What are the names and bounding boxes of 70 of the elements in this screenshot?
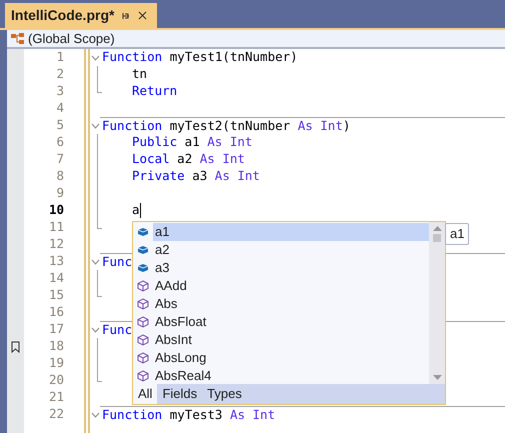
scroll-up-icon[interactable] bbox=[432, 226, 442, 231]
scope-icon bbox=[11, 32, 25, 44]
line-number: 14 bbox=[48, 269, 64, 288]
filter-tab[interactable]: Fields bbox=[157, 384, 202, 404]
line-number: 20 bbox=[48, 371, 64, 390]
cube-icon bbox=[137, 370, 149, 382]
line-number: 2 bbox=[56, 65, 64, 84]
line-number: 7 bbox=[56, 150, 64, 168]
line-number: 10 bbox=[48, 201, 64, 220]
line-number: 4 bbox=[56, 99, 64, 118]
line-number: 15 bbox=[48, 286, 64, 304]
line-number: 19 bbox=[48, 354, 64, 372]
completion-item[interactable]: a3 bbox=[153, 259, 429, 277]
collapse-icon[interactable] bbox=[91, 327, 100, 333]
completion-item[interactable]: a2 bbox=[153, 241, 429, 259]
code-line: a bbox=[131, 201, 140, 220]
completion-item[interactable]: AbsInt bbox=[153, 331, 429, 349]
collapse-icon[interactable] bbox=[91, 55, 100, 61]
text-cursor bbox=[140, 203, 141, 218]
line-number: 9 bbox=[56, 184, 64, 202]
line-number: 8 bbox=[56, 167, 64, 186]
code-line: Func bbox=[102, 320, 132, 339]
line-number: 18 bbox=[48, 337, 64, 356]
line-number: 1 bbox=[56, 48, 64, 66]
completion-item[interactable]: a1 bbox=[153, 223, 429, 241]
filter-tab[interactable]: All bbox=[133, 384, 158, 404]
code-line: Func bbox=[102, 252, 132, 271]
cube-icon bbox=[137, 334, 149, 346]
tooltip: a1 bbox=[445, 223, 470, 245]
line-number: 11 bbox=[48, 218, 64, 236]
line-number: 22 bbox=[48, 405, 64, 424]
completion-item[interactable]: AbsFloat bbox=[153, 313, 429, 331]
line-number: 12 bbox=[48, 235, 64, 254]
scroll-down-icon[interactable] bbox=[432, 375, 442, 380]
scrollbar[interactable] bbox=[429, 222, 445, 384]
code-line: tn bbox=[131, 65, 148, 84]
code-line: Public a1 As Int bbox=[131, 133, 252, 152]
line-number: 6 bbox=[56, 133, 64, 152]
cube-icon bbox=[137, 316, 149, 328]
line-number: 17 bbox=[48, 320, 64, 338]
collapse-icon[interactable] bbox=[91, 123, 100, 129]
code-line: Private a3 As Int bbox=[131, 167, 260, 186]
collapse-icon[interactable] bbox=[91, 259, 100, 265]
line-number: 16 bbox=[48, 303, 64, 322]
filter-tab[interactable]: Types bbox=[202, 384, 247, 404]
field-icon bbox=[137, 245, 149, 255]
collapse-icon[interactable] bbox=[91, 412, 100, 418]
field-icon bbox=[137, 263, 149, 273]
cube-icon bbox=[137, 280, 149, 292]
code-line: Function myTest1(tnNumber) bbox=[102, 48, 298, 66]
completion-item[interactable]: Abs bbox=[153, 295, 429, 313]
code-line: Local a2 As Int bbox=[131, 150, 245, 168]
document-tab[interactable]: IntelliCode.prg* bbox=[5, 3, 157, 28]
cube-icon bbox=[137, 352, 149, 364]
scope-dropdown[interactable]: (Global Scope) bbox=[28, 28, 115, 48]
line-number: 5 bbox=[56, 116, 64, 134]
code-line: Return bbox=[131, 82, 178, 100]
field-icon bbox=[137, 227, 149, 237]
cube-icon bbox=[137, 298, 149, 310]
completion-item[interactable]: AbsLong bbox=[153, 349, 429, 367]
line-number: 3 bbox=[56, 82, 64, 100]
completion-item[interactable]: AbsReal4 bbox=[153, 367, 429, 385]
line-number: 13 bbox=[48, 252, 64, 270]
line-number: 21 bbox=[48, 388, 64, 406]
close-icon[interactable] bbox=[136, 9, 150, 22]
scroll-thumb[interactable] bbox=[433, 234, 441, 242]
code-line: Function myTest3 As Int bbox=[102, 406, 276, 424]
code-line: Function myTest2(tnNumber As Int) bbox=[102, 116, 350, 135]
completion-item[interactable]: AAdd bbox=[153, 277, 429, 295]
pin-icon[interactable] bbox=[120, 10, 130, 20]
